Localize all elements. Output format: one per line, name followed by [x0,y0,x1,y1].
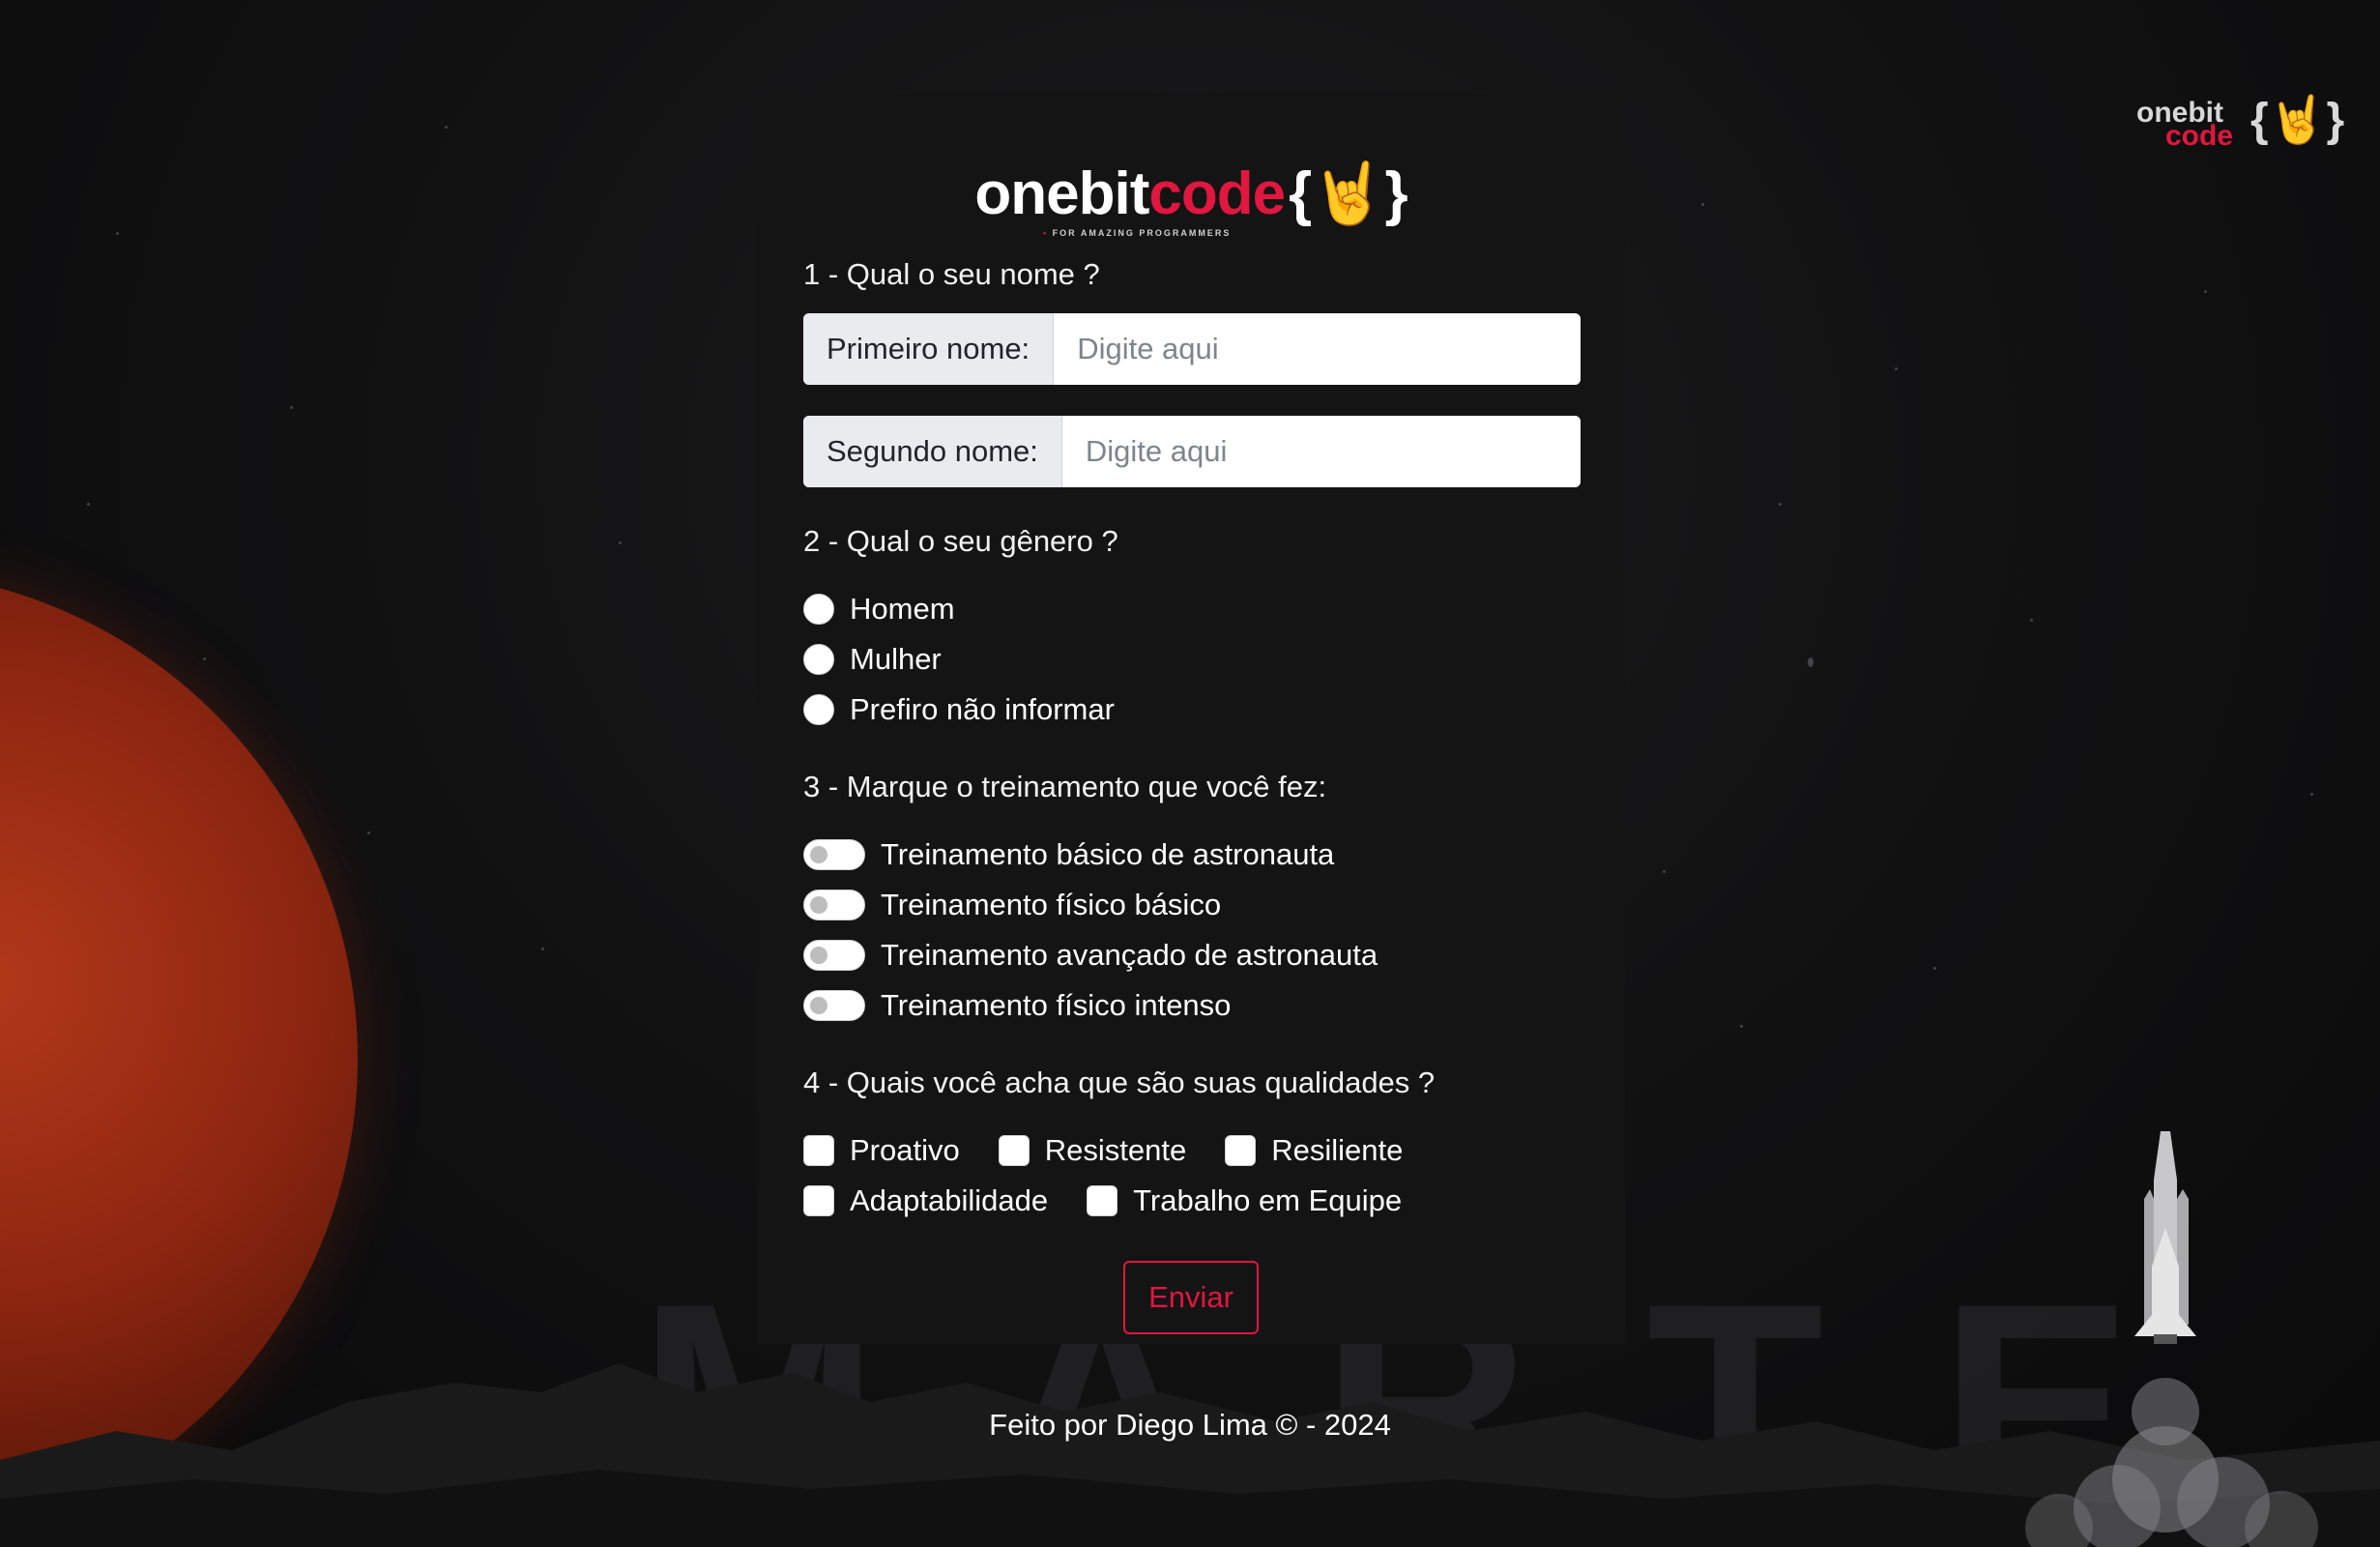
question-training: 3 - Marque o treinamento que você fez: [803,770,1327,803]
training-label: Treinamento básico de astronauta [881,837,1335,871]
training-option[interactable]: Treinamento básico de astronauta [803,830,1579,880]
radio-button[interactable] [803,694,834,725]
quality-option-proativo[interactable]: Proativo [803,1133,960,1168]
training-option[interactable]: Treinamento avançado de astronauta [803,930,1579,980]
gender-option-mulher[interactable]: Mulher [803,634,1579,685]
first-name-label: Primeiro nome: [803,313,1055,385]
training-label: Treinamento físico intenso [881,988,1232,1022]
checkbox[interactable] [1225,1135,1257,1166]
training-option[interactable]: Treinamento físico básico [803,880,1579,930]
rock-hand-icon: {🤘} [2250,95,2345,146]
brand-word-accent: code [1148,161,1286,227]
gender-options: Homem Mulher Prefiro não informar [803,584,1579,735]
gender-option-homem[interactable]: Homem [803,584,1579,634]
question-qualities: 4 - Quais você acha que são suas qualida… [803,1065,1436,1099]
quality-label: Adaptabilidade [850,1183,1049,1217]
page-background: MARTE onebit code {🤘} onebitcode{🤘} • FO… [0,0,2380,1547]
rocket-launch-illustration [2025,1131,2318,1547]
quality-option-trabalho-equipe[interactable]: Trabalho em Equipe [1087,1183,1402,1218]
gender-label: Prefiro não informar [850,692,1115,726]
quality-option-adaptabilidade[interactable]: Adaptabilidade [803,1183,1048,1218]
qualities-row: Proativo Resistente Resiliente [803,1125,1579,1176]
last-name-label: Segundo nome: [803,416,1062,487]
brand-logo: onebitcode{🤘} • FOR AMAZING PROGRAMMERS [803,131,1579,238]
quality-label: Resiliente [1271,1133,1404,1167]
training-label: Treinamento físico básico [881,888,1222,921]
submit-button[interactable]: Enviar [1123,1261,1259,1334]
qualities-options: Proativo Resistente Resiliente Adaptabil… [803,1125,1579,1226]
quality-option-resiliente[interactable]: Resiliente [1225,1133,1403,1168]
toggle-switch[interactable] [803,890,865,920]
first-name-group: Primeiro nome: [803,313,1581,385]
last-name-group: Segundo nome: [803,416,1581,487]
gender-label: Mulher [850,642,942,676]
rock-hand-icon: {🤘} [1289,161,1408,227]
checkbox[interactable] [998,1135,1030,1166]
radio-button[interactable] [803,594,834,625]
quality-option-resistente[interactable]: Resistente [998,1133,1187,1168]
first-name-input[interactable] [1054,313,1581,385]
corner-logo-accent: code [2165,120,2234,152]
training-option[interactable]: Treinamento físico intenso [803,980,1579,1031]
checkbox[interactable] [1087,1185,1118,1216]
toggle-switch[interactable] [803,839,865,870]
toggle-switch[interactable] [803,990,865,1021]
brand-wordmark: onebitcode{🤘} [974,159,1408,229]
radio-button[interactable] [803,644,834,675]
gender-option-nao-informar[interactable]: Prefiro não informar [803,685,1579,735]
question-name: 1 - Qual o seu nome ? [803,257,1100,291]
brand-tagline: • FOR AMAZING PROGRAMMERS [1043,228,1232,238]
qualities-row: Adaptabilidade Trabalho em Equipe [803,1176,1579,1226]
quality-label: Resistente [1044,1133,1187,1167]
question-gender: 2 - Qual o seu gênero ? [803,524,1118,558]
footer-credit: Feito por Diego Lima © - 2024 [989,1408,1391,1442]
gender-label: Homem [850,592,955,626]
corner-brand-logo: onebit code {🤘} [2136,97,2344,155]
astronaut-form: onebitcode{🤘} • FOR AMAZING PROGRAMMERS … [757,93,1625,1344]
quality-label: Trabalho em Equipe [1133,1183,1403,1217]
checkbox[interactable] [803,1135,834,1166]
checkbox[interactable] [803,1185,834,1216]
toggle-switch[interactable] [803,940,865,971]
training-label: Treinamento avançado de astronauta [881,938,1379,972]
training-options: Treinamento básico de astronauta Treinam… [803,830,1579,1031]
last-name-input[interactable] [1061,416,1581,487]
quality-label: Proativo [850,1133,960,1167]
submit-wrapper: Enviar [803,1261,1579,1334]
brand-word-main: onebit [974,161,1149,227]
